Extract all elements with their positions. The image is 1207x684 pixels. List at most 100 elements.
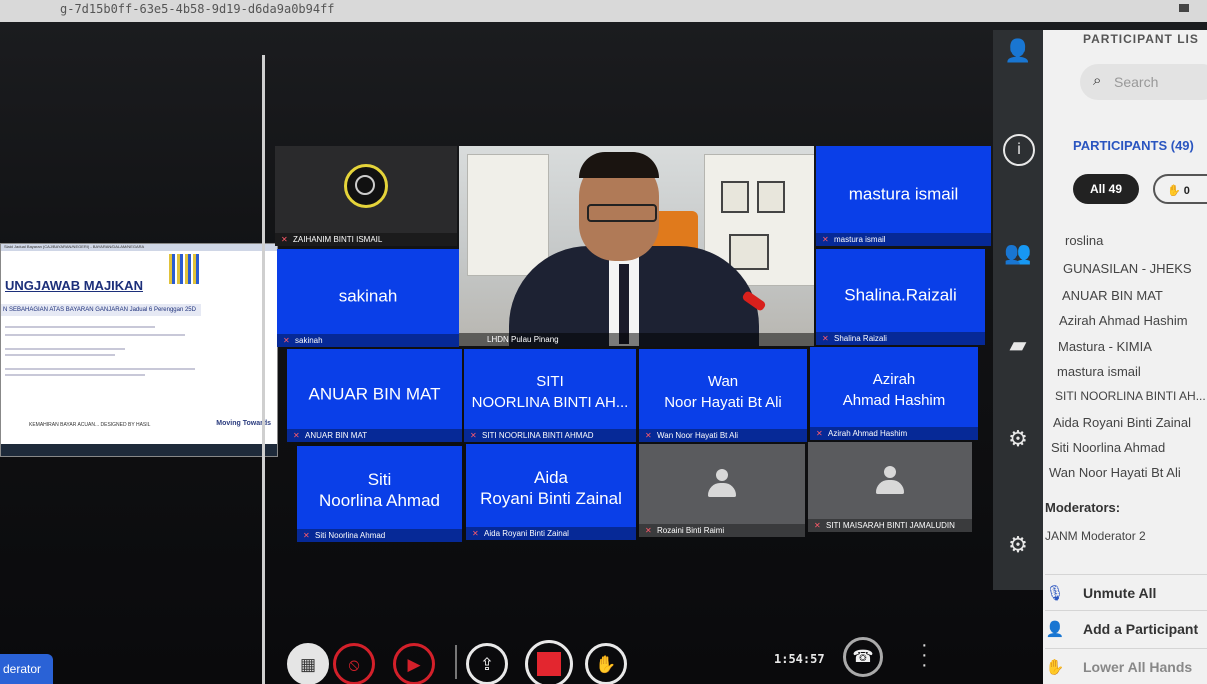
panel-header: PARTICIPANT LIS — [1083, 32, 1199, 46]
camera-indicator-icon — [1179, 4, 1189, 12]
shared-window-title: Slaid Jadual Bayaran (CAJ/BAYARAN/NEGERI… — [4, 244, 145, 249]
muted-mic-icon: ✕ — [822, 235, 829, 244]
stop-icon — [537, 652, 561, 676]
video-tile[interactable]: Siti Noorlina Ahmad ✕ Siti Noorlina Ahmad — [297, 446, 462, 542]
tile-name: Siti Noorlina Ahmad — [319, 469, 440, 510]
leave-call-button[interactable]: ☎ — [843, 637, 883, 677]
muted-mic-icon: ✕ — [814, 521, 821, 530]
muted-mic-icon: ✕ — [822, 334, 829, 343]
frame-icon — [721, 181, 749, 213]
grid-layout-icon: ▦ — [299, 655, 317, 674]
frame-icon — [729, 234, 769, 270]
participant-item[interactable]: Siti Noorlina Ahmad — [1051, 440, 1165, 455]
add-participant-button[interactable]: 👤 Add a Participant — [1045, 610, 1207, 649]
slide-text-line — [5, 374, 145, 376]
video-tile[interactable]: Wan Noor Hayati Bt Ali ✕ Wan Noor Hayati … — [639, 349, 807, 442]
participant-item[interactable]: GUNASILAN - JHEKS — [1063, 261, 1192, 276]
tile-name: SITI NOORLINA BINTI AH... — [471, 372, 629, 411]
participants-panel: PARTICIPANT LIS ⌕ Search PARTICIPANTS (4… — [1043, 30, 1207, 684]
tile-caption: ✕ ANUAR BIN MAT — [287, 429, 462, 442]
tile-name: sakinah — [338, 286, 398, 306]
video-tile[interactable]: ✕ ZAIHANIM BINTI ISMAIL — [275, 146, 457, 246]
shared-window-titlebar: Slaid Jadual Bayaran (CAJ/BAYARAN/NEGERI… — [1, 244, 277, 251]
panel-divider[interactable] — [262, 55, 265, 684]
muted-mic-icon: ✕ — [472, 529, 479, 538]
participant-item[interactable]: Wan Noor Hayati Bt Ali — [1049, 465, 1181, 480]
filter-raised-hands-button[interactable]: ✋ 0 — [1153, 174, 1207, 204]
speaker-glasses — [587, 204, 657, 222]
info-icon[interactable]: i — [1003, 134, 1035, 166]
url-text: g-7d15b0ff-63e5-4b58-9d19-d6da9a0b94ff — [60, 2, 335, 16]
more-options-icon[interactable]: · · · — [921, 635, 928, 675]
organization-logo-icon — [344, 164, 388, 208]
video-tile[interactable]: Aida Royani Binti Zainal ✕ Aida Royani Bi… — [466, 444, 636, 540]
participant-item[interactable]: Azirah Ahmad Hashim — [1059, 313, 1188, 328]
video-tile[interactable]: SITI NOORLINA BINTI AH... ✕ SITI NOORLINA… — [464, 349, 636, 442]
tile-caption: ✕ Rozaini Binti Raimi — [639, 524, 805, 537]
video-tile[interactable]: ANUAR BIN MAT ✕ ANUAR BIN MAT — [287, 349, 462, 442]
participant-item[interactable]: ANUAR BIN MAT — [1062, 288, 1163, 303]
layout-button[interactable]: ▦ — [287, 643, 329, 684]
muted-mic-icon: ✕ — [281, 235, 288, 244]
moderators-label: Moderators: — [1045, 500, 1121, 515]
conference-screen: g-7d15b0ff-63e5-4b58-9d19-d6da9a0b94ff S… — [0, 0, 1207, 684]
participant-count: PARTICIPANTS (49) — [1073, 138, 1194, 153]
slide-title: UNGJAWAB MAJIKAN — [5, 278, 143, 293]
muted-mic-icon: ✕ — [645, 526, 652, 535]
video-tile[interactable]: Azirah Ahmad Hashim ✕ Azirah Ahmad Hashim — [810, 347, 978, 440]
add-user-icon[interactable]: 👤 — [1001, 34, 1035, 68]
video-tile[interactable]: sakinah ✕ sakinah — [277, 249, 459, 347]
shared-screen-thumbnail[interactable]: Slaid Jadual Bayaran (CAJ/BAYARAN/NEGERI… — [0, 243, 278, 457]
video-tile[interactable]: Shalina.Raizali ✕ Shalina Raizali — [816, 249, 985, 345]
background-shelf — [467, 154, 549, 276]
moderator-tag: derator — [0, 654, 53, 684]
slide-decoration — [169, 254, 199, 284]
muted-mic-icon: ✕ — [293, 431, 300, 440]
lower-all-hands-label: Lower All Hands — [1083, 659, 1193, 675]
moderator-item[interactable]: JANM Moderator 2 — [1045, 529, 1146, 543]
user-avatar-icon — [708, 469, 736, 498]
tile-caption: ✕ sakinah — [277, 334, 459, 347]
share-screen-button[interactable]: ⇪ — [466, 643, 508, 684]
muted-mic-icon: ✕ — [816, 429, 823, 438]
video-tile[interactable]: ✕ Rozaini Binti Raimi — [639, 444, 805, 537]
main-speaker-video[interactable]: LHDN Pulau Pinang — [459, 146, 814, 346]
muted-mic-icon: ✕ — [303, 531, 310, 540]
tile-name: Azirah Ahmad Hashim — [842, 370, 946, 409]
unmute-all-label: Unmute All — [1083, 585, 1157, 601]
participants-icon[interactable]: 👥 — [1001, 236, 1035, 270]
slide-text-line — [5, 334, 185, 336]
chat-icon[interactable]: ▰ — [1001, 328, 1035, 362]
tile-caption: ✕ Wan Noor Hayati Bt Ali — [639, 429, 807, 442]
slide-text-line — [5, 348, 125, 350]
video-tile[interactable]: ✕ SITI MAISARAH BINTI JAMALUDIN — [808, 442, 972, 532]
speaker-tie — [619, 264, 629, 344]
tile-name: mastura ismail — [848, 184, 959, 204]
video-tile[interactable]: mastura ismail ✕ mastura ismail — [816, 146, 991, 246]
slide-text-line — [5, 368, 195, 370]
main-video-caption: LHDN Pulau Pinang — [459, 333, 814, 346]
raise-hand-button[interactable]: ✋ — [585, 643, 627, 684]
hand-icon: ✋ — [595, 655, 617, 674]
participant-item[interactable]: mastura ismail — [1057, 364, 1141, 379]
hand-icon: ✋ — [1045, 659, 1065, 676]
camera-off-button[interactable]: ▶ — [393, 643, 435, 684]
participant-item[interactable]: Mastura - KIMIA — [1058, 339, 1152, 354]
mute-mic-button[interactable]: ⦸ — [333, 643, 375, 684]
lower-all-hands-button[interactable]: ✋ Lower All Hands — [1045, 648, 1207, 684]
user-avatar-icon — [876, 465, 904, 494]
tile-caption: ✕ Azirah Ahmad Hashim — [810, 427, 978, 440]
settings-cog-icon[interactable]: ⚙ — [1001, 422, 1035, 456]
add-user-icon: 👤 — [1045, 621, 1065, 638]
stop-recording-button[interactable] — [525, 640, 573, 684]
unmute-all-button[interactable]: 🎙 Unmute All — [1045, 574, 1207, 613]
participant-item[interactable]: Aida Royani Binti Zainal — [1053, 415, 1191, 430]
participant-search[interactable]: ⌕ Search — [1080, 64, 1207, 100]
participant-item[interactable]: roslina — [1065, 233, 1103, 248]
filter-all-button[interactable]: All 49 — [1073, 174, 1139, 204]
participant-item[interactable]: SITI NOORLINA BINTI AH... — [1055, 389, 1206, 403]
controls-separator — [455, 645, 457, 679]
mic-off-icon: ⦸ — [348, 655, 360, 674]
gear-icon[interactable]: ⚙ — [1001, 528, 1035, 562]
frame-icon — [757, 181, 785, 213]
